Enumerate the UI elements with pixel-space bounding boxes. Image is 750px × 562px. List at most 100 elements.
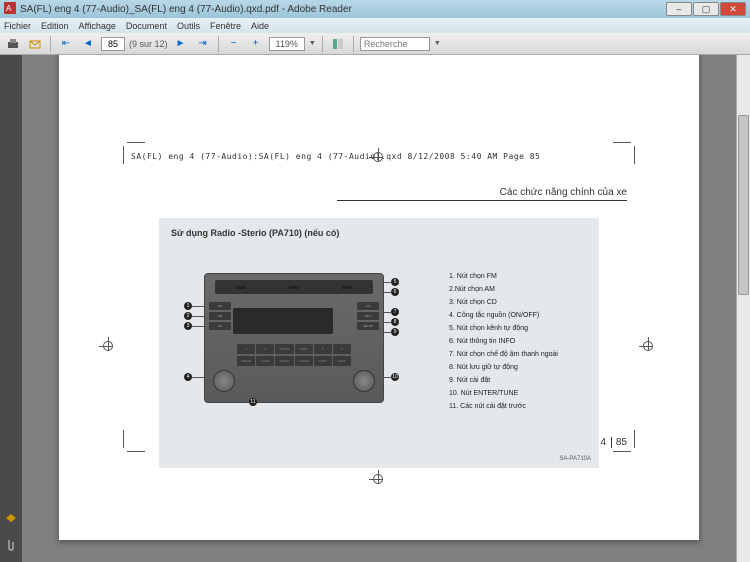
as-btn: A.S (357, 302, 379, 310)
callout-9: 9 (391, 328, 399, 336)
left-buttons: FM AM CD (209, 302, 231, 330)
am-btn: AM (209, 312, 231, 320)
zoom-out-button[interactable]: − (225, 35, 243, 53)
lcd-display (233, 308, 333, 334)
search-input[interactable] (360, 37, 430, 51)
preset: 2 INFO (275, 356, 293, 366)
legend-item: 1. Nút chọn FM (449, 270, 558, 283)
legend-item: 6. Nút thông tin INFO (449, 335, 558, 348)
preset: 3 SHUF (295, 356, 313, 366)
lead (192, 306, 206, 307)
page-number: 85 (611, 437, 627, 448)
section-number: 4 (601, 437, 607, 448)
legend-item: 11. Các nút cài đặt trước (449, 400, 558, 413)
preset: 6 (333, 344, 351, 354)
left-sidebar (0, 55, 22, 562)
menu-fenetre[interactable]: Fenêtre (210, 21, 241, 31)
search-dropdown-icon[interactable]: ▼ (434, 40, 441, 47)
toggle-sidebar-button[interactable] (329, 35, 347, 53)
legend-item: 9. Nút cài đặt (449, 374, 558, 387)
callout-4: 4 (184, 373, 192, 381)
callout-10: 10 (391, 373, 399, 381)
preset: FLDR (333, 356, 351, 366)
preset: 5 (314, 344, 332, 354)
crop-corner (123, 430, 145, 452)
svg-text:A: A (6, 4, 12, 13)
legend-item: 7. Nút chọn chế độ âm thanh ngoài (449, 348, 558, 361)
legend-item: 10. Nút ENTER/TUNE (449, 387, 558, 400)
layers-icon[interactable] (4, 512, 18, 526)
right-buttons: A.S INFO SETUP (357, 302, 379, 330)
menu-aide[interactable]: Aide (251, 21, 269, 31)
scroll-thumb[interactable] (738, 115, 749, 295)
preset-row-2: TRACK 1 DISP 2 INFO 3 SHUF 4 RPT FLDR (237, 356, 351, 366)
window-titlebar: A SA(FL) eng 4 (77-Audio)_SA(FL) eng 4 (… (0, 0, 750, 18)
zoom-in-button[interactable]: + (247, 35, 265, 53)
minimize-button[interactable]: – (666, 2, 692, 16)
callout-6: 6 (391, 288, 399, 296)
document-viewport: SA(FL) eng 4 (77-Audio):SA(FL) eng 4 (77… (22, 55, 736, 562)
fm-btn: FM (209, 302, 231, 310)
maximize-button[interactable]: ▢ (693, 2, 719, 16)
callout-5: 5 (391, 278, 399, 286)
image-code: SA-PA710A (559, 456, 591, 462)
cd-btn: CD (209, 322, 231, 330)
lead (382, 332, 392, 333)
figure-title: Sử dụng Radio -Sterio (PA710) (nếu có) (171, 228, 339, 238)
lead (192, 316, 206, 317)
page-first-button[interactable]: ⇤ (57, 35, 75, 53)
app-icon: A (4, 2, 16, 17)
lead (192, 326, 206, 327)
callout-8: 8 (391, 318, 399, 326)
zoom-dropdown-icon[interactable]: ▼ (309, 40, 316, 47)
radio-illustration: FM AM CD A.S INFO SETUP 1 2 3 SHUF 4 RPT… (204, 273, 384, 403)
separator (50, 36, 51, 52)
separator (218, 36, 219, 52)
menubar: Fichier Edition Affichage Document Outil… (0, 18, 750, 33)
menu-affichage[interactable]: Affichage (79, 21, 116, 31)
tune-knob (353, 370, 375, 392)
callout-1: 1 (184, 302, 192, 310)
lead (382, 377, 392, 378)
lead (382, 312, 392, 313)
email-button[interactable] (26, 35, 44, 53)
page-number-input[interactable] (101, 37, 125, 51)
zoom-level[interactable]: 119% (269, 37, 305, 51)
menu-outils[interactable]: Outils (177, 21, 200, 31)
page-footer: 4 85 (601, 437, 627, 448)
menu-document[interactable]: Document (126, 21, 167, 31)
lead (382, 282, 392, 283)
toolbar: ⇤ ◄ (9 sur 12) ► ⇥ − + 119% ▼ ▼ (0, 33, 750, 55)
cd-slot (215, 280, 373, 294)
info-btn: INFO (357, 312, 379, 320)
preset-row-1: 1 2 3 SHUF 4 RPT 5 6 (237, 344, 351, 354)
menu-fichier[interactable]: Fichier (4, 21, 31, 31)
preset: TRACK (237, 356, 255, 366)
separator (353, 36, 354, 52)
page-next-button[interactable]: ► (172, 35, 190, 53)
registration-mark (99, 337, 119, 357)
legend-item: 5. Nút chọn kênh tự động (449, 322, 558, 335)
page-prev-button[interactable]: ◄ (79, 35, 97, 53)
preset: 1 DISP (256, 356, 274, 366)
legend-item: 3. Nút chọn CD (449, 296, 558, 309)
lead (382, 322, 392, 323)
close-button[interactable]: ✕ (720, 2, 746, 16)
preset: 2 (256, 344, 274, 354)
callout-11: 11 (249, 398, 257, 406)
attachments-icon[interactable] (4, 538, 18, 552)
preset: 3 SHUF (275, 344, 293, 354)
vertical-scrollbar[interactable] (736, 55, 750, 562)
preset: 1 (237, 344, 255, 354)
print-button[interactable] (4, 35, 22, 53)
registration-mark (369, 470, 389, 490)
registration-mark (639, 337, 659, 357)
menu-edition[interactable]: Edition (41, 21, 69, 31)
figure-panel: Sử dụng Radio -Sterio (PA710) (nếu có) F… (159, 218, 599, 468)
preset: 4 RPT (314, 356, 332, 366)
callout-7: 7 (391, 308, 399, 316)
preset: 4 RPT (295, 344, 313, 354)
pdf-page: SA(FL) eng 4 (77-Audio):SA(FL) eng 4 (77… (59, 55, 699, 540)
window-title: SA(FL) eng 4 (77-Audio)_SA(FL) eng 4 (77… (20, 4, 666, 15)
page-last-button[interactable]: ⇥ (194, 35, 212, 53)
